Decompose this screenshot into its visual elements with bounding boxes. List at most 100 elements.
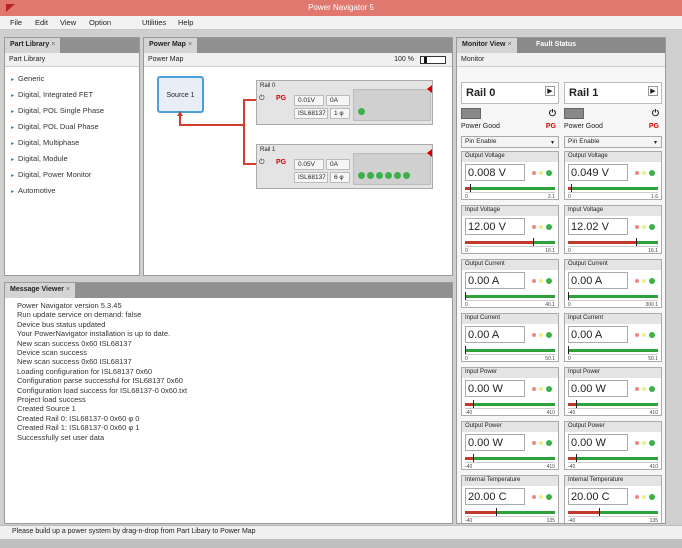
library-item[interactable]: ▸ Digital, Multiphase — [11, 138, 79, 147]
library-item[interactable]: ▸ Digital, Power Monitor — [11, 170, 91, 179]
meter-output-voltage: Output Voltage 0.049 V 0 1.6 — [564, 151, 662, 200]
scale-min: -40 — [568, 518, 576, 524]
expand-arrow-icon: ▸ — [11, 157, 15, 163]
rail-current: 0A — [326, 95, 350, 106]
rail-block-1[interactable]: Rail 1 ⏻ PG 0.05V 0A ISL68137 6 φ — [256, 144, 433, 189]
meter-value: 0.00 A — [568, 272, 628, 289]
log-line: Run update service on demand: false — [17, 310, 142, 320]
rail-phase: 1 φ — [330, 108, 350, 119]
library-item[interactable]: ▸ Digital, Integrated FET — [11, 90, 93, 99]
window-title: Power Navigator 5 — [308, 3, 374, 12]
play-icon[interactable]: ▶ — [545, 86, 555, 96]
meter-bar — [465, 184, 555, 192]
menu-help[interactable]: Help — [178, 18, 193, 27]
play-icon[interactable]: ▶ — [648, 86, 658, 96]
meter-fill — [465, 457, 474, 460]
led-green — [546, 386, 552, 392]
status-leds — [532, 440, 552, 447]
meter-scale: 0 40.1 — [465, 300, 555, 308]
meter-title: Output Power — [462, 422, 558, 432]
close-tab-icon[interactable]: × — [188, 41, 192, 48]
library-item[interactable]: ▸ Digital, POL Dual Phase — [11, 122, 99, 131]
close-tab-icon[interactable]: × — [507, 41, 511, 48]
library-item[interactable]: ▸ Automotive — [11, 186, 56, 195]
close-tab-icon[interactable]: × — [66, 286, 70, 293]
meter-value: 0.00 A — [465, 272, 525, 289]
power-icon[interactable]: ⏻ — [259, 95, 265, 103]
enable-toggle[interactable] — [461, 108, 481, 119]
close-tab-icon[interactable]: × — [51, 41, 55, 48]
phase-chips — [353, 89, 431, 121]
rail-block-0[interactable]: Rail 0 ⏻ PG 0.01V 0A ISL68137 1 φ — [256, 80, 433, 125]
tab-monitor-view[interactable]: Monitor View × — [457, 38, 517, 53]
status-leds — [532, 386, 552, 393]
led-green — [546, 494, 552, 500]
led-yellow — [539, 279, 543, 283]
led-green — [649, 224, 655, 230]
led-red — [635, 495, 639, 499]
zoom-slider[interactable] — [420, 56, 446, 64]
meter-output-current: Output Current 0.00 A 0 300.1 — [564, 259, 662, 308]
power-map-canvas[interactable]: Source 1 Rail 0 ⏻ PG 0.01V 0A ISL68137 1… — [144, 68, 452, 275]
log-line: Created Rail 1: ISL68137-0 0x60 φ 1 — [17, 423, 140, 433]
library-item[interactable]: ▸ Digital, POL Single Phase — [11, 106, 104, 115]
menu-file[interactable]: File — [10, 18, 22, 27]
power-good-label: Power Good — [461, 123, 500, 130]
meter-title: Internal Temperature — [462, 476, 558, 486]
scale-min: -40 — [465, 464, 473, 470]
scale-max: 410 — [649, 410, 658, 416]
rail-current: 0A — [326, 159, 350, 170]
meter-title: Internal Temperature — [565, 476, 661, 486]
log-line: Configuration parse successful for ISL68… — [17, 376, 183, 386]
enable-toggle[interactable] — [564, 108, 584, 119]
power-icon[interactable]: ⏻ — [652, 108, 659, 119]
meter-value: 20.00 C — [568, 488, 628, 505]
library-item[interactable]: ▸ Generic — [11, 74, 44, 83]
meter-fill — [568, 403, 577, 406]
zoom-slider-handle[interactable] — [424, 57, 427, 63]
meter-bar — [465, 238, 555, 246]
menu-option[interactable]: Option — [89, 18, 111, 27]
power-good-label: Power Good — [564, 123, 603, 130]
tab-part-library[interactable]: Part Library × — [5, 38, 61, 53]
part-library-list: ▸ Generic ▸ Digital, Integrated FET ▸ Digit… — [5, 68, 139, 275]
meter-output-current: Output Current 0.00 A 0 40.1 — [461, 259, 559, 308]
pin-enable-value: Pin Enable — [568, 138, 600, 145]
tab-message-viewer[interactable]: Message Viewer × — [5, 283, 76, 298]
scale-min: -40 — [465, 410, 473, 416]
rail-voltage: 0.01V — [294, 95, 324, 106]
menu-utilities[interactable]: Utilities — [142, 18, 166, 27]
meter-needle — [635, 238, 637, 246]
meter-fill — [568, 511, 599, 514]
expand-arrow-icon: ▸ — [11, 189, 15, 195]
expand-arrow-icon: ▸ — [11, 109, 15, 115]
tab-fault-status[interactable]: Fault Status — [531, 38, 582, 53]
pin-enable-select[interactable]: Pin Enable ▾ — [564, 136, 662, 148]
tab-power-map[interactable]: Power Map × — [144, 38, 198, 53]
library-item[interactable]: ▸ Digital, Module — [11, 154, 68, 163]
led-yellow — [539, 171, 543, 175]
power-icon[interactable]: ⏻ — [259, 159, 265, 167]
menu-bar: File Edit View Option Utilities Help — [0, 16, 682, 30]
led-green — [649, 332, 655, 338]
meter-bar — [568, 508, 658, 516]
meter-value: 0.00 A — [568, 326, 628, 343]
power-icon[interactable]: ⏻ — [549, 108, 556, 119]
led-green — [546, 170, 552, 176]
pin-enable-select[interactable]: Pin Enable ▾ — [461, 136, 559, 148]
scale-max: 16.1 — [545, 248, 555, 254]
meter-bar — [465, 400, 555, 408]
scale-max: 40.1 — [545, 302, 555, 308]
expand-arrow-icon: ▸ — [11, 125, 15, 131]
meter-scale: -40 410 — [465, 462, 555, 470]
menu-edit[interactable]: Edit — [35, 18, 48, 27]
rail-name: Rail 1 — [260, 147, 276, 153]
meter-scale: 0 16.1 — [568, 246, 658, 254]
status-bar: Please build up a power system by drag-n… — [0, 525, 682, 539]
led-yellow — [642, 171, 646, 175]
menu-view[interactable]: View — [60, 18, 76, 27]
meter-bar — [568, 454, 658, 462]
led-green — [546, 224, 552, 230]
rail-part: ISL68137 — [294, 172, 328, 183]
meter-scale: 0 2.1 — [465, 192, 555, 200]
